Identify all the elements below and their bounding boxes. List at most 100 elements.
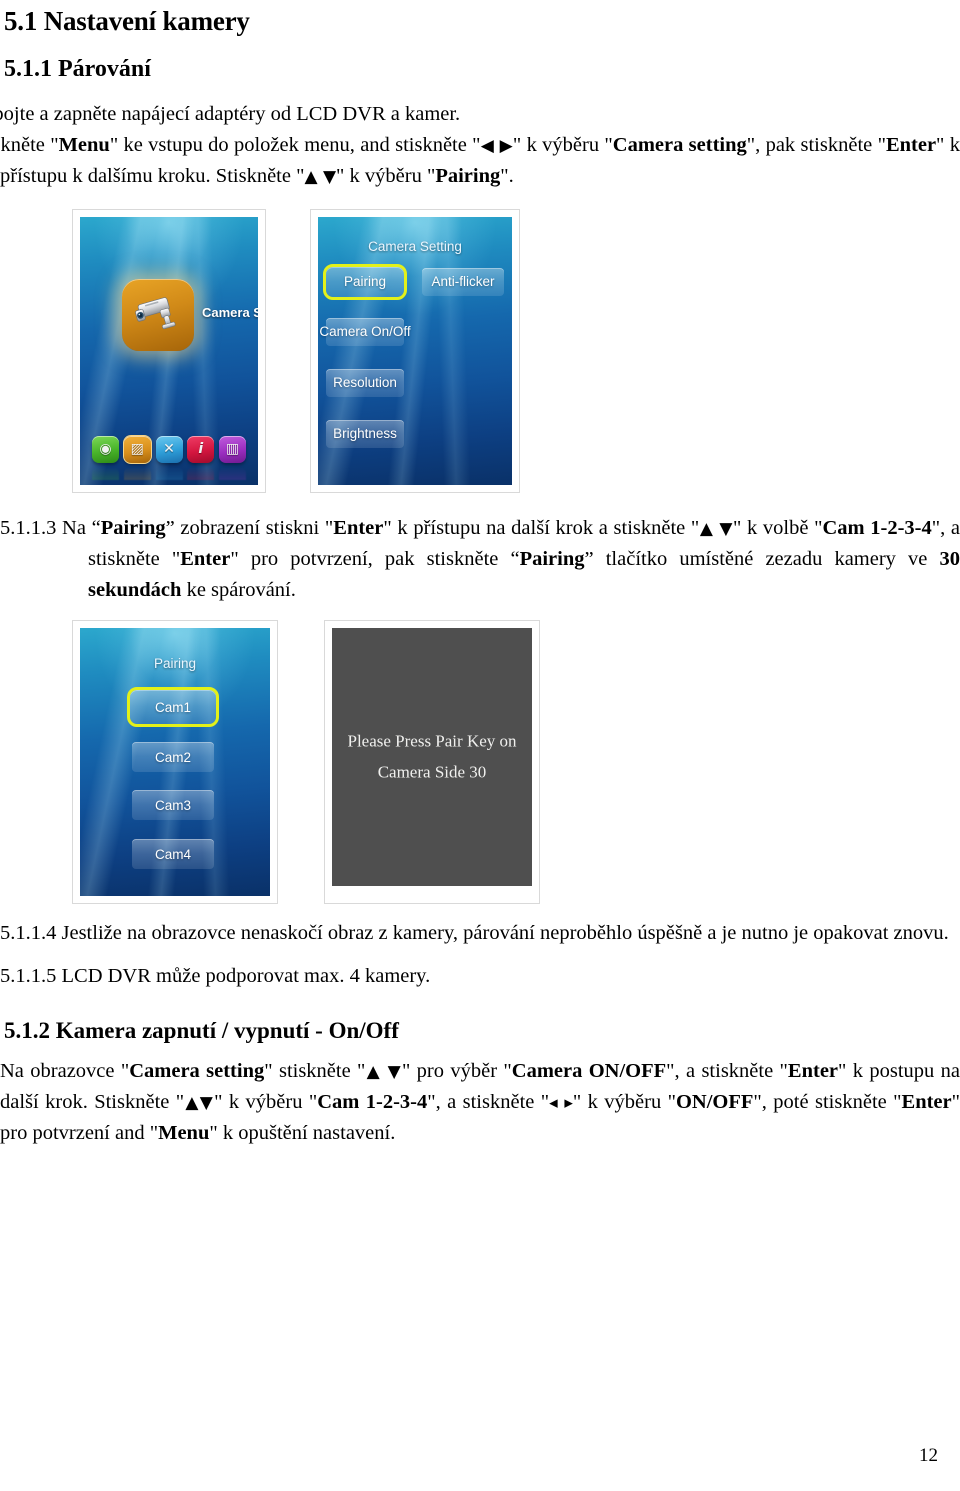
icon-reflection bbox=[155, 466, 183, 480]
pair-prompt-line-1: Please Press Pair Key on bbox=[347, 731, 517, 751]
clause-text-5-1-1-4: Jestliže na obrazovce nenaskočí obraz z … bbox=[61, 922, 949, 945]
paragraph-5-1-1-1: 5.1.1.1 Připojte a zapněte napájecí adap… bbox=[0, 99, 960, 130]
menu-title: Camera Setting bbox=[368, 238, 462, 254]
text-run: " k volbě " bbox=[732, 516, 823, 539]
menu-item-anti-flicker[interactable]: Anti-flicker bbox=[422, 267, 504, 296]
figure-row-1: Camera Setting ◉ ▨ ✕ i ▥ Camera Setting … bbox=[0, 208, 960, 493]
key-enter: Enter bbox=[901, 1091, 952, 1114]
info-icon-glyph: i bbox=[198, 441, 204, 458]
text-run: Na “ bbox=[62, 516, 101, 539]
highlighted-camera-setting-tile[interactable] bbox=[122, 278, 194, 351]
paragraph-5-1-1-3: 5.1.1.3 Na “Pairing” zobrazení stiskni "… bbox=[0, 513, 960, 606]
menu-item-camera-on-off[interactable]: Camera On/Off bbox=[319, 317, 411, 346]
key-pairing: Pairing bbox=[519, 547, 585, 570]
tools-icon[interactable]: ✕ bbox=[155, 435, 183, 480]
key-enter: Enter bbox=[333, 516, 384, 539]
text-run: ". bbox=[500, 165, 514, 188]
text-run: Stiskněte " bbox=[0, 134, 59, 157]
menu-item-cam3[interactable]: Cam3 bbox=[132, 790, 214, 821]
left-right-arrow-icon: ◂ ▸ bbox=[549, 1093, 573, 1114]
video-icon[interactable]: ◉ bbox=[92, 435, 119, 480]
figure-home-screen: Camera Setting ◉ ▨ ✕ i ▥ bbox=[80, 216, 258, 485]
menu-item-resolution[interactable]: Resolution bbox=[326, 368, 404, 397]
menu-item-label: Pairing bbox=[343, 274, 387, 290]
menu-item-cam1[interactable]: Cam1 bbox=[127, 687, 219, 728]
up-down-arrow-icon: ▲ ▼ bbox=[365, 1062, 402, 1083]
up-down-arrow-icon: ▲ ▼ bbox=[699, 518, 733, 539]
heading-5-1: 5.1 Nastavení kamery bbox=[4, 6, 250, 36]
key-camera-setting: Camera setting bbox=[612, 134, 747, 157]
key-cam-1-2-3-4: Cam 1-2-3-4 bbox=[317, 1091, 428, 1114]
up-down-arrow-icon: ▲ ▼ bbox=[304, 167, 337, 188]
text-run: ", a stiskněte " bbox=[666, 1060, 788, 1083]
text-run: ", pak stiskněte " bbox=[746, 134, 886, 157]
text-run: " k opuštění nastavení. bbox=[209, 1122, 396, 1145]
files-icon[interactable]: ▥ bbox=[219, 435, 246, 480]
clause-text-5-1-1-5: LCD DVR může podporovat max. 4 kamery. bbox=[61, 965, 431, 988]
info-icon[interactable]: i bbox=[187, 435, 215, 480]
left-right-arrow-icon: ◀ ▶ bbox=[480, 136, 513, 157]
menu-item-cam2[interactable]: Cam2 bbox=[132, 742, 214, 773]
key-menu: Menu bbox=[58, 134, 110, 157]
key-on-off: ON/OFF bbox=[675, 1091, 754, 1114]
menu-title: Pairing bbox=[153, 656, 197, 672]
text-run: " ke vstupu do položek menu, and stiskně… bbox=[109, 134, 481, 157]
text-run: ", poté stiskněte " bbox=[753, 1091, 902, 1114]
text-run: " pro výběr " bbox=[401, 1060, 512, 1083]
camera-setting-icon bbox=[122, 278, 194, 351]
text-run: " k výběru " bbox=[572, 1091, 676, 1114]
home-screen-dock: ◉ ▨ ✕ i ▥ bbox=[92, 434, 246, 480]
paragraph-5-1-1-4: 5.1.1.4 Jestliže na obrazovce nenaskočí … bbox=[0, 918, 960, 949]
home-screen-selected-label: Camera Setting bbox=[202, 304, 258, 320]
pair-prompt-message: Please Press Pair Key on Camera Side 30 bbox=[332, 726, 532, 789]
text-run: " stiskněte " bbox=[264, 1060, 366, 1083]
figure-pair-prompt: Please Press Pair Key on Camera Side 30 bbox=[332, 628, 532, 887]
figure-home-screen-frame: Camera Setting ◉ ▨ ✕ i ▥ bbox=[72, 208, 266, 493]
text-run: " k výběru " bbox=[336, 165, 436, 188]
key-camera-on-off: Camera ON/OFF bbox=[511, 1060, 667, 1083]
menu-item-label: Resolution bbox=[333, 375, 397, 391]
figure-camera-setting-frame: Camera Setting Pairing Anti-flicker Came… bbox=[310, 208, 520, 493]
clause-number-5-1-1-4: 5.1.1.4 bbox=[0, 922, 57, 945]
files-icon-glyph: ▥ bbox=[225, 441, 240, 458]
figure-camera-setting-menu: Camera Setting Pairing Anti-flicker Came… bbox=[318, 216, 512, 485]
document-page: 5.1 Nastavení kamery 5.1.1 Párování 5.1.… bbox=[0, 0, 960, 1491]
menu-item-label: Cam2 bbox=[154, 749, 191, 765]
text-run: ” zobrazení stiskni " bbox=[165, 516, 334, 539]
paragraph-5-1-1-2: 5.1.1.2 Stiskněte "Menu" ke vstupu do po… bbox=[0, 130, 960, 192]
up-down-arrow-icon: ▲▼ bbox=[184, 1093, 215, 1114]
text-run: " k přístupu na další krok a stiskněte " bbox=[383, 516, 700, 539]
text-run: " k výběru " bbox=[512, 134, 613, 157]
clause-number-5-1-1-3: 5.1.1.3 bbox=[0, 516, 57, 539]
figure-row-2: Pairing Cam1 Cam2 Cam3 Cam4 Please Press… bbox=[0, 620, 960, 905]
security-camera-icon bbox=[135, 296, 176, 329]
menu-item-cam4[interactable]: Cam4 bbox=[132, 839, 214, 870]
pair-prompt-line-2: Camera Side 30 bbox=[377, 763, 487, 783]
text-run: ", a stiskněte " bbox=[427, 1091, 550, 1114]
camera-setting-dock-icon[interactable]: ▨ bbox=[122, 434, 152, 480]
text-run: ” tlačítko umístěné zezadu kamery ve bbox=[584, 547, 940, 570]
heading-5-1-2: 5.1.2 Kamera zapnutí / vypnutí - On/Off bbox=[4, 1018, 399, 1044]
menu-item-label: Brightness bbox=[333, 426, 397, 442]
icon-reflection bbox=[187, 466, 215, 480]
text-run: " k výběru " bbox=[214, 1091, 318, 1114]
key-pairing: Pairing bbox=[435, 165, 501, 188]
heading-5-1-1: 5.1.1 Párování bbox=[4, 56, 151, 83]
icon-reflection bbox=[92, 466, 119, 480]
key-pairing: Pairing bbox=[100, 516, 166, 539]
page-number: 12 bbox=[919, 1445, 938, 1466]
text-run: ke spárování. bbox=[181, 578, 296, 601]
tools-icon-glyph: ✕ bbox=[163, 441, 175, 458]
menu-item-label: Cam1 bbox=[154, 699, 191, 715]
icon-reflection bbox=[219, 466, 246, 480]
paragraph-5-1-1-5: 5.1.1.5 LCD DVR může podporovat max. 4 k… bbox=[0, 961, 960, 992]
key-enter: Enter bbox=[885, 134, 937, 157]
figure-pairing-menu: Pairing Cam1 Cam2 Cam3 Cam4 bbox=[80, 628, 270, 897]
clause-number-5-1-1-5: 5.1.1.5 bbox=[0, 965, 57, 988]
figure-pairing-frame: Pairing Cam1 Cam2 Cam3 Cam4 bbox=[72, 620, 278, 905]
menu-item-pairing[interactable]: Pairing bbox=[323, 263, 407, 300]
key-cam-1-2-3-4: Cam 1-2-3-4 bbox=[822, 516, 932, 539]
menu-item-brightness[interactable]: Brightness bbox=[326, 419, 404, 448]
camera-setting-icon-glyph: ▨ bbox=[130, 441, 144, 458]
text-run: " pro potvrzení, pak stiskněte “ bbox=[230, 547, 520, 570]
